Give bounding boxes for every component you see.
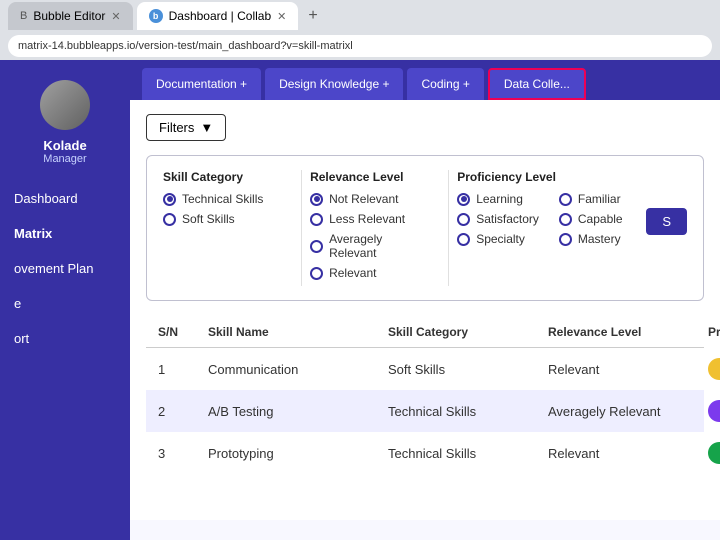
url-input[interactable]: matrix-14.bubbleapps.io/version-test/mai… xyxy=(8,35,712,57)
radio-familiar[interactable]: Familiar xyxy=(559,192,623,206)
tab-label: Bubble Editor xyxy=(33,9,105,23)
row-proficiency-badge-2: Specialty xyxy=(708,400,720,422)
col-header-category: Skill Category xyxy=(388,325,548,339)
radio-dot-learning xyxy=(457,193,470,206)
filter-panel: Skill Category Technical Skills Soft Ski… xyxy=(146,155,704,301)
row-relevance-1: Relevant xyxy=(548,362,708,377)
radio-relevant[interactable]: Relevant xyxy=(310,266,428,280)
radio-less-relevant[interactable]: Less Relevant xyxy=(310,212,428,226)
radio-dot-not-relevant xyxy=(310,193,323,206)
col-header-proficiency: Proficiency Level xyxy=(708,325,720,339)
table-row: 1 Communication Soft Skills Relevant Sat… xyxy=(146,348,704,390)
radio-dot-relevant xyxy=(310,267,323,280)
row-sn-3: 3 xyxy=(158,446,208,461)
radio-dot-averagely xyxy=(310,240,323,253)
radio-dot-less-relevant xyxy=(310,213,323,226)
tab-close-dashboard[interactable]: ✕ xyxy=(277,10,286,23)
radio-dot-satisfactory xyxy=(457,213,470,226)
row-category-2: Technical Skills xyxy=(388,404,548,419)
radio-dot-familiar xyxy=(559,193,572,206)
row-name-1: Communication xyxy=(208,362,388,377)
col-header-name: Skill Name xyxy=(208,325,388,339)
filter-title-skill: Skill Category xyxy=(163,170,281,184)
new-tab-button[interactable]: + xyxy=(302,7,323,25)
table-row: 2 A/B Testing Technical Skills Averagely… xyxy=(146,390,704,432)
nav-tab-coding[interactable]: Coding + xyxy=(407,68,483,100)
row-name-3: Prototyping xyxy=(208,446,388,461)
radio-technical[interactable]: Technical Skills xyxy=(163,192,281,206)
radio-mastery[interactable]: Mastery xyxy=(559,232,623,246)
avatar-image xyxy=(40,80,90,130)
radio-averagely-relevant[interactable]: Averagely Relevant xyxy=(310,232,428,260)
radio-dot-specialty xyxy=(457,233,470,246)
filter-proficiency: Proficiency Level Learning Satisfactory xyxy=(457,170,646,286)
table-row: 3 Prototyping Technical Skills Relevant … xyxy=(146,432,704,474)
sidebar-item-dashboard[interactable]: Dashboard xyxy=(0,181,130,216)
tab-close-bubble[interactable]: ✕ xyxy=(111,10,120,23)
sidebar: Kolade Manager Dashboard Matrix ovement … xyxy=(0,60,130,540)
sidebar-item-improvement[interactable]: ovement Plan xyxy=(0,251,130,286)
sidebar-item-ort[interactable]: ort xyxy=(0,321,130,356)
app-container: Kolade Manager Dashboard Matrix ovement … xyxy=(0,60,720,540)
proficiency-col1: Learning Satisfactory Specialty xyxy=(457,192,539,252)
tab-icon-dashboard: b xyxy=(149,9,163,23)
nav-tab-documentation[interactable]: Documentation + xyxy=(142,68,261,100)
row-sn-1: 1 xyxy=(158,362,208,377)
filter-title-proficiency: Proficiency Level xyxy=(457,170,634,184)
tab-icon: B xyxy=(20,10,27,22)
user-role: Manager xyxy=(0,153,130,165)
row-proficiency-badge-1: Satisfactory xyxy=(708,358,720,380)
radio-soft[interactable]: Soft Skills xyxy=(163,212,281,226)
row-category-1: Soft Skills xyxy=(388,362,548,377)
radio-not-relevant[interactable]: Not Relevant xyxy=(310,192,428,206)
proficiency-col2: Familiar Capable Mastery xyxy=(559,192,623,252)
row-sn-2: 2 xyxy=(158,404,208,419)
filter-relevance: Relevance Level Not Relevant Less Releva… xyxy=(310,170,440,286)
radio-satisfactory[interactable]: Satisfactory xyxy=(457,212,539,226)
row-relevance-2: Averagely Relevant xyxy=(548,404,708,419)
url-text: matrix-14.bubbleapps.io/version-test/mai… xyxy=(18,40,353,52)
table-header: S/N Skill Name Skill Category Relevance … xyxy=(146,317,704,348)
radio-learning[interactable]: Learning xyxy=(457,192,539,206)
address-bar: matrix-14.bubbleapps.io/version-test/mai… xyxy=(0,32,720,60)
divider-2 xyxy=(448,170,449,286)
radio-specialty[interactable]: Specialty xyxy=(457,232,539,246)
avatar xyxy=(40,80,90,130)
tab-dashboard[interactable]: b Dashboard | Collab ✕ xyxy=(137,2,299,30)
tab-bubble-editor[interactable]: B Bubble Editor ✕ xyxy=(8,2,133,30)
row-category-3: Technical Skills xyxy=(388,446,548,461)
filter-skill-category: Skill Category Technical Skills Soft Ski… xyxy=(163,170,293,286)
radio-capable[interactable]: Capable xyxy=(559,212,623,226)
filters-button[interactable]: Filters ▼ xyxy=(146,114,226,141)
main-content: Documentation + Design Knowledge + Codin… xyxy=(130,60,720,540)
filter-icon: ▼ xyxy=(200,120,213,135)
radio-dot-capable xyxy=(559,213,572,226)
row-name-2: A/B Testing xyxy=(208,404,388,419)
user-name: Kolade xyxy=(0,138,130,153)
radio-dot-mastery xyxy=(559,233,572,246)
col-header-sn: S/N xyxy=(158,325,208,339)
row-relevance-3: Relevant xyxy=(548,446,708,461)
col-header-relevance: Relevance Level xyxy=(548,325,708,339)
filters-label: Filters xyxy=(159,120,194,135)
radio-dot-technical xyxy=(163,193,176,206)
sidebar-item-matrix[interactable]: Matrix xyxy=(0,216,130,251)
content-area: Filters ▼ Skill Category Technical Skill… xyxy=(130,100,720,520)
browser-chrome: B Bubble Editor ✕ b Dashboard | Collab ✕… xyxy=(0,0,720,32)
sidebar-item-e[interactable]: e xyxy=(0,286,130,321)
filter-title-relevance: Relevance Level xyxy=(310,170,428,184)
tab-label-dashboard: Dashboard | Collab xyxy=(169,9,272,23)
row-proficiency-badge-3: Mastery xyxy=(708,442,720,464)
nav-tab-design[interactable]: Design Knowledge + xyxy=(265,68,403,100)
nav-tab-data[interactable]: Data Colle... xyxy=(488,68,586,100)
divider-1 xyxy=(301,170,302,286)
top-nav: Documentation + Design Knowledge + Codin… xyxy=(130,60,720,100)
radio-dot-soft xyxy=(163,213,176,226)
apply-filter-button[interactable]: S xyxy=(646,208,687,235)
